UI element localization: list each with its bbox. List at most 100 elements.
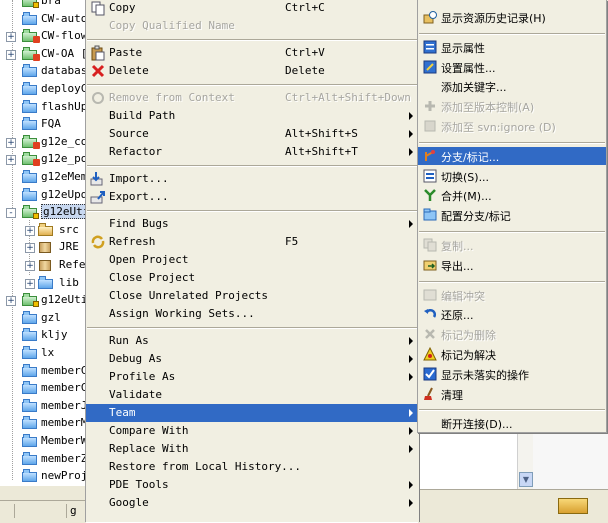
team-item-export[interactable]: 导出... [418,256,606,274]
team-item-show-properties[interactable]: 显示属性 [418,38,606,56]
menu-item-close-unrelated-projects[interactable]: Close Unrelated Projects [86,287,419,305]
folder-icon [22,346,38,359]
menu-item-label: Assign Working Sets... [109,307,255,320]
collapse-icon[interactable]: - [6,208,16,219]
team-item-merge[interactable]: 合并(M)... [418,186,606,204]
project-error-icon [22,134,40,149]
menu-separator [419,32,605,35]
team-item-cleanup[interactable]: 清理 [418,385,606,403]
menu-item-debug-as[interactable]: Debug As [86,350,419,368]
tree-item-label: databas [41,64,88,78]
folder-icon [22,328,38,342]
tree-item-label: CW-flow [41,29,88,43]
expand-icon[interactable]: + [6,49,16,60]
team-item-add-keywords[interactable]: 添加关键字... [418,77,606,95]
menu-item-label: 切换(S)... [441,170,490,184]
menu-item-source[interactable]: Source Alt+Shift+S [86,125,419,143]
menu-item-delete[interactable]: Delete Delete [86,62,419,80]
horizontal-scrollbar[interactable] [0,486,86,500]
menu-item-label: Team [109,406,136,419]
project-icon [22,0,39,8]
source-folder-icon [38,222,54,236]
scroll-down-arrow-icon[interactable]: ▼ [519,472,533,487]
menu-item-label: Copy [109,1,136,14]
export-icon [90,189,106,205]
menu-item-assign-working-sets[interactable]: Assign Working Sets... [86,305,419,323]
team-item-edit-conflicts[interactable]: 编辑冲突 [418,286,606,304]
team-item-show-pending[interactable]: 显示未落实的操作 [418,365,606,383]
menu-item-google[interactable]: Google [86,494,419,512]
team-item-add-to-version-control[interactable]: 添加至版本控制(A) [418,97,606,115]
vertical-scrollbar[interactable]: ▼ [517,432,534,489]
menu-item-export[interactable]: Export... [86,188,419,206]
expand-icon[interactable]: + [6,32,16,43]
tree-item-label: g12e_co [41,134,88,148]
submenu-arrow-icon [409,427,413,435]
team-item-add-to-svn-ignore[interactable]: 添加至 svn:ignore (D) [418,117,606,135]
folder-icon [22,64,38,78]
tree-item-label: memberZ [41,451,88,465]
menu-item-label: 编辑冲突 [441,289,485,303]
menu-item-label: Run As [109,334,149,347]
menu-item-profile-as[interactable]: Profile As [86,368,419,386]
project-error-icon [22,46,40,61]
menu-item-team[interactable]: Team [86,404,419,422]
team-item-set-properties[interactable]: 设置属性... [418,58,606,76]
toolbar-chip-icon[interactable] [558,498,588,514]
expand-icon[interactable]: + [6,155,16,166]
menu-item-label: Import... [109,172,169,185]
expand-icon[interactable]: + [25,261,35,271]
menu-item-refactor[interactable]: Refactor Alt+Shift+T [86,143,419,161]
folder-icon [22,398,38,412]
tree-item-label: g12eUti [41,293,88,307]
menu-item-copy-qualified-name[interactable]: Copy Qualified Name [86,17,419,35]
svn-export-icon [423,258,437,272]
menu-item-label: Profile As [109,370,176,383]
team-item-branch-tag[interactable]: 分支/标记... [418,146,606,165]
menu-item-compare-with[interactable]: Compare With [86,422,419,440]
menu-item-replace-with[interactable]: Replace With [86,440,419,458]
menu-item-label: 配置分支/标记 [441,210,511,224]
menu-item-label: Replace With [109,442,189,455]
expand-icon[interactable]: + [25,243,35,254]
menu-item-restore-from-local-history[interactable]: Restore from Local History... [86,458,419,476]
team-item-copy[interactable]: 复制... [418,236,606,254]
menu-item-shortcut: Alt+Shift+S [285,127,358,140]
tree-item-label: CW-OA [ [41,46,88,60]
expand-icon[interactable]: + [6,137,16,148]
team-item-mark-resolved[interactable]: 标记为解决 [418,345,606,363]
menu-item-close-project[interactable]: Close Project [86,269,419,287]
expand-icon[interactable]: + [6,296,16,307]
menu-separator [419,280,605,283]
expand-icon[interactable]: + [25,278,35,289]
menu-item-import[interactable]: Import... [86,170,419,188]
team-item-disconnect[interactable]: 断开连接(D)... [418,414,606,432]
submenu-arrow-icon [409,355,413,363]
menu-item-label: Validate [109,388,162,401]
mark-deleted-icon [423,327,437,341]
library-icon [38,258,54,271]
menu-item-copy[interactable]: Copy Ctrl+C [86,0,419,17]
menu-item-label: 添加关键字... [441,81,507,95]
team-item-show-history[interactable]: 显示资源历史记录(H) [418,8,606,26]
menu-item-shortcut: Alt+Shift+T [285,145,358,158]
menu-item-label: 添加至版本控制(A) [441,101,535,115]
menu-item-run-as[interactable]: Run As [86,332,419,350]
menu-item-validate[interactable]: Validate [86,386,419,404]
team-item-revert[interactable]: 还原... [418,305,606,323]
menu-item-remove-from-context[interactable]: Remove from Context Ctrl+Alt+Shift+Down [86,89,419,107]
menu-item-build-path[interactable]: Build Path [86,107,419,125]
team-item-configure-branches[interactable]: 配置分支/标记 [418,206,606,224]
menu-separator [419,409,605,412]
menu-item-open-project[interactable]: Open Project [86,251,419,269]
team-submenu: 显示资源历史记录(H) 显示属性设置属性... 添加关键字... 添加至版本控制(A)… [417,0,607,433]
menu-item-paste[interactable]: Paste Ctrl+V [86,44,419,62]
expand-icon[interactable]: + [25,225,35,236]
menu-item-label: Source [109,127,149,140]
menu-item-find-bugs[interactable]: Find Bugs [86,215,419,233]
folder-icon [22,381,38,395]
menu-item-pde-tools[interactable]: PDE Tools [86,476,419,494]
menu-item-refresh[interactable]: Refresh F5 [86,233,419,251]
team-item-mark-deleted[interactable]: 标记为删除 [418,325,606,343]
team-item-switch[interactable]: 切换(S)... [418,167,606,185]
